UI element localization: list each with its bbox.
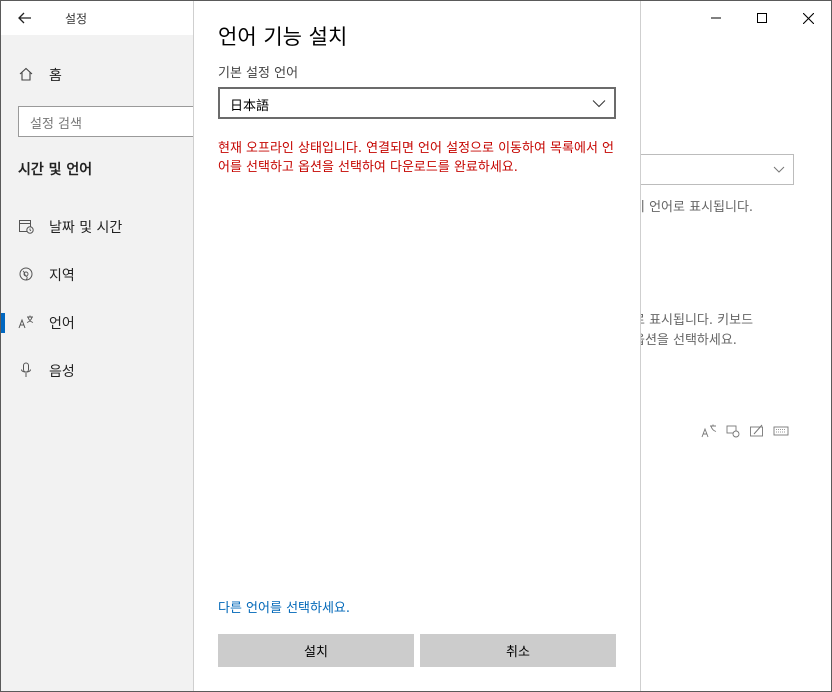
sidebar-item-language[interactable]: 언어 (1, 305, 193, 339)
close-button[interactable] (785, 1, 831, 35)
home-icon (19, 67, 33, 81)
maximize-icon (757, 13, 767, 23)
back-button[interactable] (9, 4, 41, 32)
settings-window: 설정 홈 설정 검색 시간 및 언어 날짜 및 시간 지역 언어 음성 이 언어… (0, 0, 832, 692)
keyboard-icon (773, 426, 789, 436)
globe-icon (19, 267, 33, 281)
close-icon (802, 12, 814, 24)
speech-icon (726, 425, 740, 438)
sidebar-item-speech[interactable]: 음성 (1, 353, 193, 387)
active-indicator (1, 313, 5, 333)
selected-language-value: 日本語 (230, 99, 270, 114)
display-language-dropdown[interactable] (633, 154, 794, 185)
language-feature-icons (701, 423, 791, 441)
handwriting-icon (750, 424, 763, 437)
display-language-description: 이 언어로 표시됩니다. (633, 200, 754, 215)
sidebar-item-label: 날짜 및 시간 (49, 220, 123, 236)
minimize-button[interactable] (693, 1, 739, 35)
dialog-title: 언어 기능 설치 (218, 25, 348, 49)
choose-another-language-link[interactable]: 다른 언어를 선택하세요. (218, 597, 350, 616)
microphone-icon (21, 362, 31, 377)
sidebar-item-label: 지역 (49, 268, 75, 284)
sidebar-item-label: 언어 (49, 316, 75, 332)
language-icon (18, 315, 34, 329)
preferred-languages-description: 로 표시됩니다. 키보드 (633, 313, 754, 328)
calendar-clock-icon (19, 220, 34, 234)
minimize-icon (711, 17, 721, 19)
cancel-button[interactable]: 취소 (420, 634, 616, 667)
sidebar-item-home[interactable]: 홈 (1, 59, 193, 89)
sidebar-item-region[interactable]: 지역 (1, 257, 193, 291)
language-pack-icon (701, 424, 717, 438)
sidebar: 홈 설정 검색 시간 및 언어 날짜 및 시간 지역 언어 음성 (1, 35, 208, 691)
chevron-down-icon (773, 166, 785, 173)
preferred-languages-description-2: 옵션을 선택하세요. (633, 333, 737, 348)
offline-message: 현재 오프라인 상태입니다. 연결되면 언어 설정으로 이동하여 목록에서 언어… (218, 141, 614, 175)
install-button[interactable]: 설치 (218, 634, 414, 667)
sidebar-item-label: 음성 (49, 364, 75, 380)
install-language-features-dialog: 언어 기능 설치 기본 설정 언어 日本語 현재 오프라인 상태입니다. 연결되… (193, 1, 641, 691)
preferred-language-label: 기본 설정 언어 (218, 66, 299, 81)
maximize-button[interactable] (739, 1, 785, 35)
sidebar-item-label: 홈 (49, 68, 62, 84)
app-title: 설정 (65, 12, 88, 26)
sidebar-item-date-time[interactable]: 날짜 및 시간 (1, 209, 193, 243)
preferred-language-select[interactable]: 日本語 (218, 87, 616, 119)
search-input[interactable]: 설정 검색 (18, 106, 208, 137)
back-arrow-icon (18, 12, 31, 24)
section-title: 시간 및 언어 (18, 162, 93, 178)
chevron-down-icon (592, 100, 606, 108)
